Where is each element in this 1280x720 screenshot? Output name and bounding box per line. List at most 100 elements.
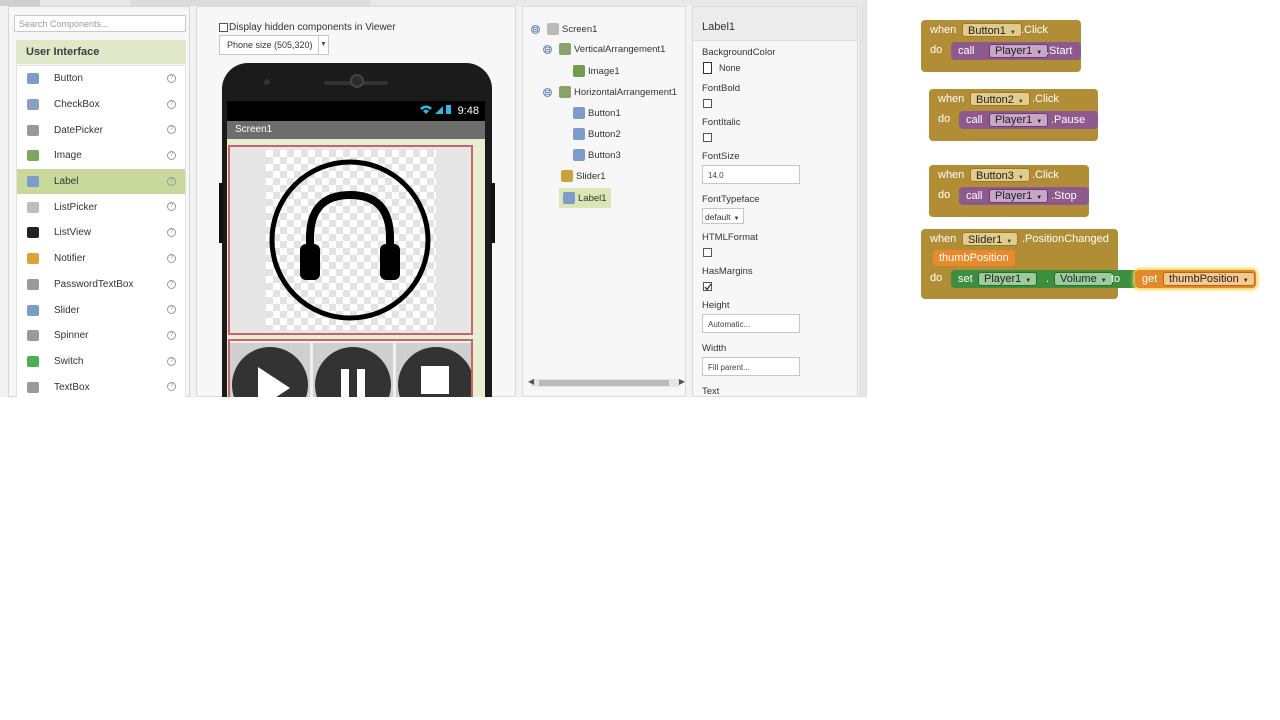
chevron-down-icon[interactable]: ▼ [318, 36, 328, 54]
prop-width-input[interactable]: Fill parent... [702, 357, 800, 376]
horizontal-arrangement-preview[interactable] [228, 339, 473, 397]
target-dropdown[interactable]: Player1 ▼ [978, 272, 1038, 286]
tree-node-verticalarrangement1[interactable]: ⊟ VerticalArrangement1 [543, 43, 665, 55]
call-block-player1-start[interactable]: call Player1 ▼ .Start [951, 42, 1081, 60]
prop-height-input[interactable]: Automatic... [702, 314, 800, 333]
param-thumbposition[interactable]: thumbPosition [933, 250, 1015, 266]
event-block-button2-click[interactable]: when Button2 ▼ .Click do call Player1 ▼ .P… [929, 89, 1098, 141]
event-name: .PositionChanged [1022, 233, 1109, 245]
help-icon[interactable]: ? [167, 151, 176, 161]
tree-node-screen1[interactable]: ⊟ Screen1 [531, 23, 597, 35]
palette-item-switch[interactable]: Switch? [17, 349, 185, 375]
palette-item-button[interactable]: Button? [17, 66, 185, 92]
scroll-left-icon[interactable]: ◀ [528, 377, 534, 386]
pause-button-preview[interactable] [313, 343, 393, 397]
scrollbar-thumb[interactable] [539, 380, 669, 386]
tree-node-button3[interactable]: Button3 [573, 149, 621, 161]
set-block-player1-volume[interactable]: set Player1 ▼ . Volume ▼ to [951, 270, 1138, 288]
prop-fontsize-input[interactable]: 14.0 [702, 165, 800, 184]
event-block-slider1-positionchanged[interactable]: when Slider1 ▼ .PositionChanged thumbPosi… [921, 229, 1138, 299]
help-icon[interactable]: ? [167, 202, 176, 212]
collapse-icon[interactable]: ⊟ [543, 87, 552, 97]
event-block-button3-click[interactable]: when Button3 ▼ .Click do call Player1 ▼ .S… [929, 165, 1089, 217]
chevron-down-icon: ▼ [1036, 50, 1043, 56]
call-block-player1-stop[interactable]: call Player1 ▼ .Stop [959, 187, 1089, 205]
palette-item-slider[interactable]: Slider? [17, 297, 185, 323]
palette-item-listview[interactable]: ListView? [17, 220, 185, 246]
display-hidden-label: Display hidden components in Viewer [229, 22, 396, 33]
tree-scrollbar[interactable]: ◀ ▶ [528, 377, 685, 387]
palette-item-listpicker[interactable]: ListPicker? [17, 194, 185, 220]
prop-fontbold-checkbox[interactable] [703, 99, 712, 108]
component-dropdown[interactable]: Button1 ▼ [962, 23, 1022, 37]
palette-item-textbox[interactable]: TextBox? [17, 374, 185, 397]
scroll-right-icon[interactable]: ▶ [679, 377, 685, 386]
prop-fontitalic-checkbox[interactable] [703, 133, 712, 142]
palette-category-user-interface[interactable]: User Interface [16, 40, 186, 64]
display-hidden-checkbox[interactable] [219, 23, 228, 32]
designer-scrollbar[interactable] [859, 6, 866, 397]
tree-node-button1[interactable]: Button1 [573, 107, 621, 119]
event-block-button1-click[interactable]: when Button1 ▼ .Click do call Player1 ▼ .S… [921, 20, 1081, 72]
status-time: 9:48 [457, 105, 479, 117]
tree-node-button2[interactable]: Button2 [573, 128, 621, 140]
do-keyword: do [930, 44, 943, 56]
vertical-arrangement-preview[interactable] [228, 145, 473, 335]
collapse-icon[interactable]: ⊟ [531, 24, 540, 34]
target-dropdown[interactable]: Player1 ▼ [989, 44, 1049, 58]
color-swatch[interactable] [703, 62, 712, 74]
call-keyword: call [966, 190, 983, 202]
prop-hasmargins-checkbox[interactable] [703, 282, 712, 291]
play-button-preview[interactable] [230, 343, 310, 397]
call-block-player1-pause[interactable]: call Player1 ▼ .Pause [959, 111, 1098, 129]
component-dropdown[interactable]: Slider1 ▼ [962, 232, 1019, 246]
palette-item-label[interactable]: Label? [17, 168, 185, 195]
display-hidden-components[interactable]: Display hidden components in Viewer [219, 22, 396, 33]
help-icon[interactable]: ? [167, 99, 176, 109]
palette-item-passwordtextbox[interactable]: PasswordTextBox? [17, 272, 185, 298]
prop-hasmargins-label: HasMargins [702, 266, 753, 277]
tree-node-image1[interactable]: Image1 [573, 65, 620, 77]
palette-item-checkbox[interactable]: CheckBox? [17, 92, 185, 118]
headphones-icon [269, 159, 431, 321]
help-icon[interactable]: ? [167, 356, 176, 366]
help-icon[interactable]: ? [167, 125, 176, 135]
component-dropdown[interactable]: Button3 ▼ [970, 168, 1030, 182]
tree-node-horizontalarrangement1[interactable]: ⊟ HorizontalArrangement1 [543, 86, 677, 98]
help-icon[interactable]: ? [167, 330, 176, 340]
tree-node-slider1[interactable]: Slider1 [561, 170, 606, 182]
help-icon[interactable]: ? [167, 253, 176, 263]
pause-icon [341, 369, 365, 397]
help-icon[interactable]: ? [167, 279, 176, 289]
palette-item-image[interactable]: Image? [17, 143, 185, 169]
palette-item-label: PasswordTextBox [54, 278, 134, 290]
slider-icon [27, 304, 39, 316]
variable-dropdown[interactable]: thumbPosition ▼ [1163, 272, 1255, 286]
collapse-icon[interactable]: ⊟ [543, 44, 552, 54]
help-icon[interactable]: ? [167, 382, 176, 392]
get-block-thumbposition[interactable]: get thumbPosition ▼ [1135, 270, 1256, 288]
prop-fonttypeface-select[interactable]: default ▼ [702, 208, 744, 224]
stop-button-preview[interactable] [396, 343, 471, 397]
variable-name: thumbPosition [1169, 273, 1239, 285]
prop-fonttypeface-value: default [705, 212, 731, 222]
search-components-input[interactable]: Search Components... [14, 15, 186, 32]
palette-item-datepicker[interactable]: DatePicker? [17, 117, 185, 143]
component-dropdown[interactable]: Button2 ▼ [970, 92, 1030, 106]
help-icon[interactable]: ? [167, 176, 176, 186]
help-icon[interactable]: ? [167, 74, 176, 83]
target-dropdown[interactable]: Player1 ▼ [989, 189, 1049, 203]
help-icon[interactable]: ? [167, 305, 176, 315]
palette-item-notifier[interactable]: Notifier? [17, 246, 185, 272]
stop-icon [421, 366, 449, 394]
tree-node-label: Button2 [588, 128, 621, 140]
help-icon[interactable]: ? [167, 228, 176, 238]
target-dropdown[interactable]: Player1 ▼ [989, 113, 1049, 127]
tree-node-label1[interactable]: Label1 [559, 188, 611, 208]
prop-backgroundcolor[interactable]: None [703, 62, 741, 74]
phone-size-select[interactable]: Phone size (505,320) ▼ [219, 35, 329, 55]
palette-item-spinner[interactable]: Spinner? [17, 323, 185, 349]
image-preview[interactable] [266, 150, 436, 330]
property-dropdown[interactable]: Volume ▼ [1054, 272, 1113, 286]
prop-htmlformat-checkbox[interactable] [703, 248, 712, 257]
